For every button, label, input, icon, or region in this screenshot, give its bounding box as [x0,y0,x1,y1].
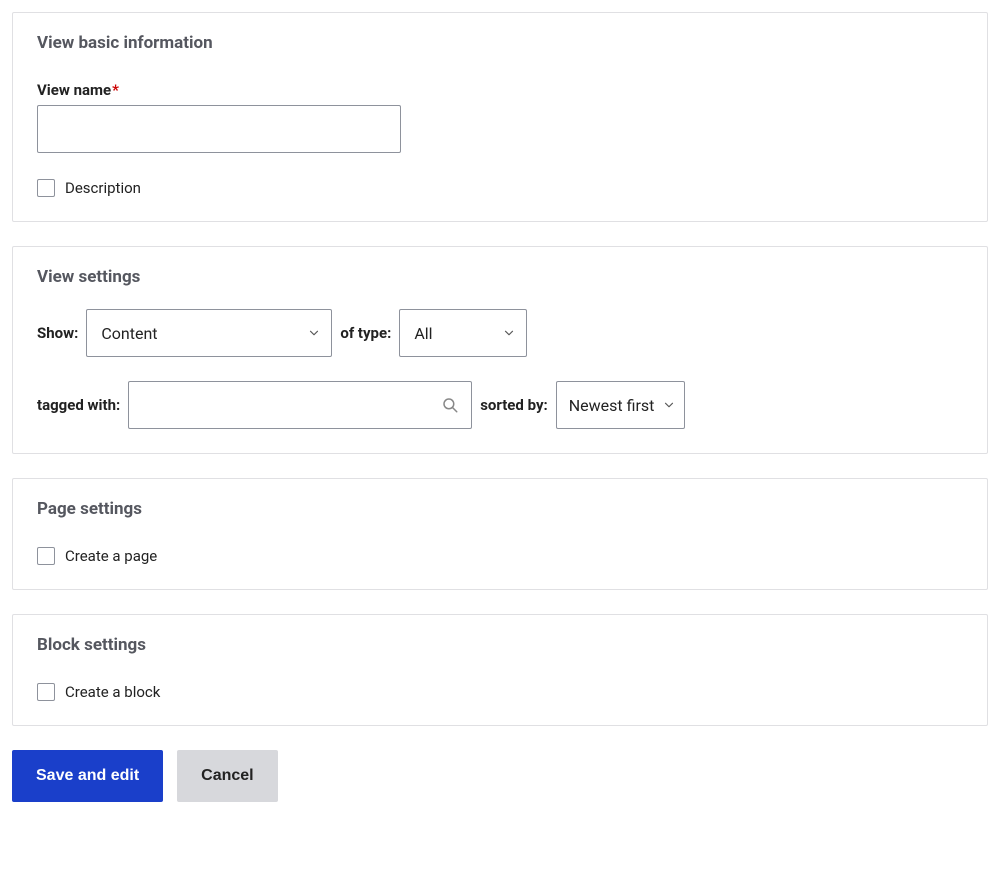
view-settings-panel: View settings Show: Content of type: All… [12,246,988,454]
chevron-down-icon [662,398,676,412]
view-settings-row-2: tagged with: sorted by: Newest first [37,381,963,429]
description-checkbox-row: Description [37,179,963,197]
save-and-edit-button[interactable]: Save and edit [12,750,163,802]
of-type-select[interactable]: All [399,309,527,357]
show-select[interactable]: Content [86,309,332,357]
sorted-by-value: Newest first [569,396,655,415]
block-settings-panel: Block settings Create a block [12,614,988,726]
view-name-label-text: View name [37,81,111,99]
tagged-with-label: tagged with: [37,396,120,414]
create-block-checkbox-row: Create a block [37,683,963,701]
create-page-label: Create a page [65,547,157,565]
view-name-label: View name* [37,81,963,99]
description-checkbox[interactable] [37,179,55,197]
chevron-down-icon [502,326,516,340]
required-asterisk: * [112,81,119,99]
show-select-value: Content [101,324,157,343]
panel-title-basic: View basic information [37,33,963,53]
view-settings-row-1: Show: Content of type: All [37,309,963,357]
panel-title-page-settings: Page settings [37,499,963,519]
of-type-label: of type: [340,324,391,342]
page-settings-panel: Page settings Create a page [12,478,988,590]
sorted-by-select[interactable]: Newest first [556,381,686,429]
panel-title-view-settings: View settings [37,267,963,287]
description-checkbox-label: Description [65,179,141,197]
show-label: Show: [37,324,78,342]
create-page-checkbox-row: Create a page [37,547,963,565]
cancel-button[interactable]: Cancel [177,750,277,802]
tagged-with-input[interactable] [129,382,471,428]
view-name-field: View name* [37,81,963,153]
view-basic-information-panel: View basic information View name* Descri… [12,12,988,222]
sorted-by-label: sorted by: [480,396,548,414]
form-actions: Save and edit Cancel [12,750,988,802]
tagged-with-field [128,381,472,429]
panel-title-block-settings: Block settings [37,635,963,655]
of-type-select-value: All [414,324,432,343]
view-name-input[interactable] [37,105,401,153]
create-page-checkbox[interactable] [37,547,55,565]
create-block-label: Create a block [65,683,160,701]
chevron-down-icon [307,326,321,340]
search-icon [441,396,459,414]
create-block-checkbox[interactable] [37,683,55,701]
